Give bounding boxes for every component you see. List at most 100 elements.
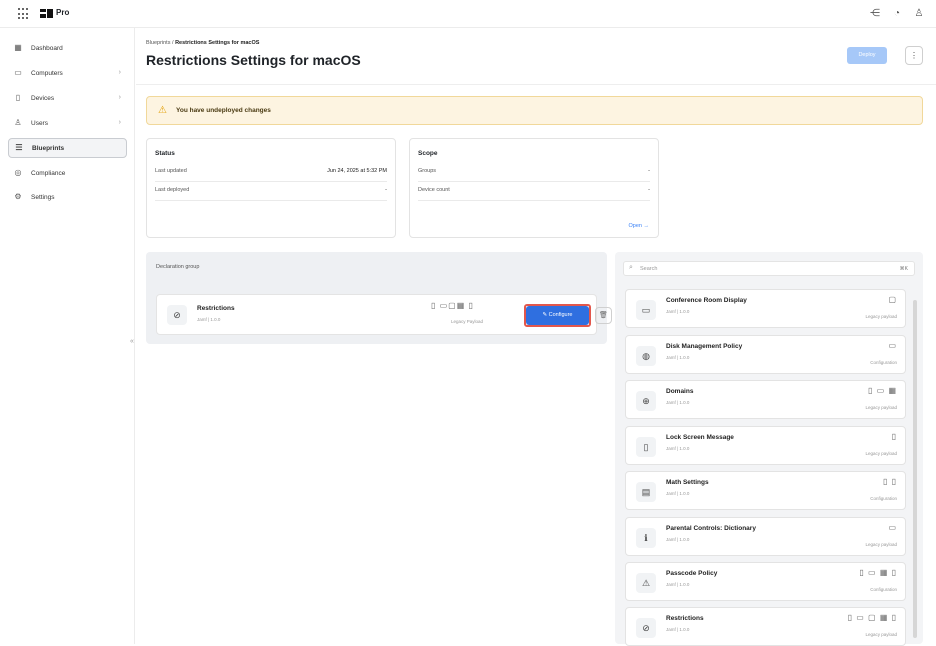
device-types-icons: ▯ ▭ ▦	[868, 386, 897, 395]
logo-icon	[40, 9, 53, 18]
item-name: Domains	[666, 388, 694, 395]
configure-label: Configure	[548, 312, 573, 318]
collapse-sidebar-icon[interactable]: «	[130, 338, 134, 345]
user-icon[interactable]: ♙	[912, 7, 926, 21]
banner-text: You have undeployed changes	[176, 107, 271, 114]
monitor-icon: ▭	[636, 300, 656, 320]
sidebar-item-users[interactable]: ♙ Users ›	[8, 113, 127, 133]
device-types-icons: ▯ ▯	[882, 477, 897, 486]
sidebar-item-label: Dashboard	[31, 44, 63, 52]
share-icon[interactable]: ⋲	[868, 7, 882, 21]
library-item[interactable]: ▤ Math Settings Jamf | 1.0.0 ▯ ▯ Configurati…	[625, 471, 906, 510]
item-name: Parental Controls: Dictionary	[666, 525, 756, 532]
payload-type: Legacy payload	[865, 405, 897, 410]
item-sub: Jamf | 1.0.0	[666, 400, 690, 405]
trash-icon: 🗑	[599, 312, 608, 319]
scope-row: Device count -	[418, 183, 650, 201]
row-value: -	[648, 168, 650, 174]
row-value: -	[648, 187, 650, 193]
sidebar: ▦ Dashboard ▭ Computers › ▯ Devices › ♙ Users ›…	[0, 28, 135, 644]
chevron-right-icon: ›	[118, 94, 121, 101]
library-item[interactable]: ▯ Lock Screen Message Jamf | 1.0.0 ▯ Legacy …	[625, 426, 906, 465]
device-types-icons: ▢	[888, 295, 897, 304]
brand-label: Pro	[56, 8, 70, 17]
sidebar-item-computers[interactable]: ▭ Computers ›	[8, 63, 127, 83]
calculator-icon: ▤	[636, 482, 656, 502]
undeployed-banner: ⚠ You have undeployed changes	[146, 96, 923, 125]
library-item[interactable]: ▭ Conference Room Display Jamf | 1.0.0 ▢ Leg…	[625, 289, 906, 328]
payload-type: Configuration	[870, 587, 897, 592]
library-item[interactable]: ℹ Parental Controls: Dictionary Jamf | 1.0…	[625, 517, 906, 556]
more-options-button[interactable]: ⋮	[905, 46, 923, 65]
main-content: Blueprints / Restrictions Settings for m…	[136, 28, 936, 646]
item-name: Disk Management Policy	[666, 343, 743, 350]
sidebar-item-label: Settings	[31, 193, 55, 201]
device-types-icons: ▯ ▭ ▦ ▯	[859, 568, 897, 577]
page-title: Restrictions Settings for macOS	[146, 52, 361, 68]
item-name: Restrictions	[197, 305, 235, 312]
item-name: Conference Room Display	[666, 297, 747, 304]
open-scope-link[interactable]: Open →	[629, 223, 649, 229]
sidebar-item-label: Devices	[31, 94, 55, 102]
library-item[interactable]: ⚠ Passcode Policy Jamf | 1.0.0 ▯ ▭ ▦ ▯ Confi…	[625, 562, 906, 601]
payload-type: Legacy payload	[865, 542, 897, 547]
payload-type: Legacy Payload	[451, 319, 484, 324]
declaration-group: Declaration group ⊘ Restrictions Jamf | …	[146, 252, 612, 344]
row-label: Last updated	[155, 168, 187, 174]
devices-icon: ▯	[15, 93, 21, 102]
divider	[136, 84, 936, 85]
status-heading: Status	[155, 150, 175, 157]
item-sub: Jamf | 1.0.0	[666, 582, 690, 587]
device-types-icons: ▭	[888, 341, 897, 350]
phone-lock-icon: ▯	[636, 437, 656, 457]
item-name: Lock Screen Message	[666, 434, 734, 441]
item-sub: Jamf | 1.0.0	[666, 355, 690, 360]
declaration-item: ⊘ Restrictions Jamf | 1.0.0 ▯ ▭▢▦ ▯ Lega…	[156, 294, 612, 335]
breadcrumb: Blueprints / Restrictions Settings for m…	[146, 40, 260, 46]
configure-button[interactable]: ✎ Configure	[526, 306, 589, 325]
sidebar-item-devices[interactable]: ▯ Devices ›	[8, 88, 127, 108]
row-label: Last deployed	[155, 187, 190, 193]
blueprints-icon: ☰	[15, 143, 23, 152]
chevron-right-icon: ›	[118, 69, 121, 76]
sidebar-item-blueprints[interactable]: ☰ Blueprints	[8, 138, 127, 158]
status-row: Last deployed -	[155, 183, 387, 201]
sidebar-item-label: Compliance	[31, 169, 66, 177]
item-sub: Jamf | 1.0.0	[666, 491, 690, 496]
dashboard-icon: ▦	[14, 43, 22, 52]
restrict-icon: ⊘	[636, 618, 656, 638]
item-sub: Jamf | 1.0.0	[666, 309, 690, 314]
sidebar-item-dashboard[interactable]: ▦ Dashboard	[8, 38, 127, 58]
item-sub: Jamf | 1.0.0	[197, 317, 221, 322]
grid-icon[interactable]	[18, 8, 30, 20]
payload-type: Legacy payload	[865, 632, 897, 637]
shield-icon: ◎	[14, 168, 22, 177]
breadcrumb-current: Restrictions Settings for macOS	[175, 40, 260, 46]
gear-icon: ⚙	[14, 192, 22, 201]
scrollbar[interactable]	[913, 300, 917, 638]
status-card: Status Last updated Jun 24, 2025 at 5:32 …	[146, 138, 396, 238]
scope-card: Scope Groups - Device count - Open →	[409, 138, 659, 238]
sidebar-item-compliance[interactable]: ◎ Compliance	[8, 163, 127, 183]
payload-type: Legacy payload	[865, 451, 897, 456]
item-sub: Jamf | 1.0.0	[666, 627, 690, 632]
row-label: Groups	[418, 168, 437, 174]
search-input[interactable]: ⌕ Search ⌘K	[623, 261, 915, 276]
bell-icon[interactable]: ◔	[890, 7, 904, 21]
disk-icon: ◍	[636, 346, 656, 366]
sidebar-item-label: Users	[31, 119, 48, 127]
breadcrumb-parent[interactable]: Blueprints	[146, 40, 170, 46]
payload-library: ⌕ Search ⌘K ▭ Conference Room Display Jamf…	[615, 252, 923, 646]
dictionary-icon: ℹ	[636, 528, 656, 548]
library-item[interactable]: ⊘ Restrictions Jamf | 1.0.0 ▯ ▭ ▢ ▦ ▯ Legacy…	[625, 607, 906, 646]
chevron-right-icon: ›	[118, 119, 121, 126]
library-item[interactable]: ⊕ Domains Jamf | 1.0.0 ▯ ▭ ▦ Legacy payload	[625, 380, 906, 419]
library-item[interactable]: ◍ Disk Management Policy Jamf | 1.0.0 ▭ Conf…	[625, 335, 906, 374]
declaration-group-label: Declaration group	[156, 264, 200, 270]
users-icon: ♙	[14, 118, 22, 127]
top-bar: Pro ⋲ ◔ ♙	[0, 0, 936, 28]
passcode-icon: ⚠	[636, 573, 656, 593]
delete-button[interactable]: 🗑	[595, 307, 612, 324]
deploy-button[interactable]: Deploy	[847, 47, 887, 64]
sidebar-item-settings[interactable]: ⚙ Settings	[8, 187, 127, 207]
